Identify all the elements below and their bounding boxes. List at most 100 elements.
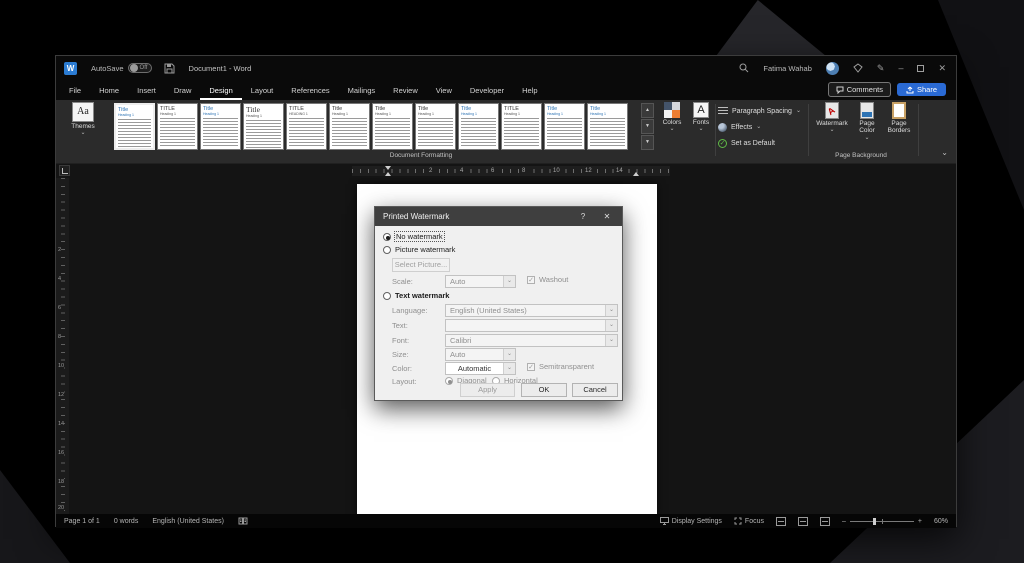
dialog-help-button[interactable]: ? xyxy=(572,212,594,221)
zoom-out-button[interactable]: – xyxy=(842,518,846,525)
share-label: Share xyxy=(917,85,937,94)
tab-mailings[interactable]: Mailings xyxy=(339,82,385,100)
tab-home[interactable]: Home xyxy=(90,82,128,100)
maximize-button[interactable] xyxy=(917,65,924,72)
tab-file[interactable]: File xyxy=(60,82,90,100)
radio-text-watermark[interactable]: Text watermark xyxy=(383,291,449,300)
set-as-default-label: Set as Default xyxy=(731,140,775,147)
user-name[interactable]: Fatima Wahab xyxy=(763,64,812,73)
cancel-button[interactable]: Cancel xyxy=(572,383,618,397)
ruler-number: 2 xyxy=(58,246,61,254)
tab-design[interactable]: Design xyxy=(200,82,241,100)
close-button[interactable]: ✕ xyxy=(938,63,946,74)
zoom-track[interactable] xyxy=(850,521,914,522)
style-set-thumbnail[interactable]: TITLE Heading 1 xyxy=(157,103,198,150)
zoom-in-button[interactable]: + xyxy=(918,518,922,525)
title-bar: W AutoSave Off Document1 - Word Fatima W… xyxy=(56,56,956,80)
zoom-level[interactable]: 60% xyxy=(934,518,948,525)
dialog-close-button[interactable]: ✕ xyxy=(594,212,620,221)
dialog-title-bar[interactable]: Printed Watermark ? ✕ xyxy=(375,207,622,226)
font-dropdown[interactable]: Calibri ⌄ xyxy=(445,334,618,347)
read-mode-button[interactable] xyxy=(776,517,786,526)
semitransparent-checkbox[interactable]: ✓ Semitransparent xyxy=(527,362,594,371)
ribbon-collapse-chevron[interactable]: ⌄ xyxy=(941,148,948,157)
web-layout-button[interactable] xyxy=(820,517,830,526)
focus-icon xyxy=(734,517,742,525)
thumb-heading: Heading 1 xyxy=(461,112,496,116)
gallery-more-button[interactable]: ▼ xyxy=(641,135,654,150)
style-set-thumbnail[interactable]: Title Heading 1 xyxy=(458,103,499,150)
style-set-thumbnail[interactable]: TITLE HEADING 1 xyxy=(286,103,327,150)
horizontal-ruler[interactable]: 2 4 6 8 10 12 14 xyxy=(352,166,670,176)
semitransparent-label: Semitransparent xyxy=(539,362,594,371)
tab-references[interactable]: References xyxy=(282,82,338,100)
tab-layout[interactable]: Layout xyxy=(242,82,283,100)
display-settings-button[interactable]: Display Settings xyxy=(660,517,722,525)
zoom-slider[interactable]: – + xyxy=(842,518,922,525)
text-dropdown[interactable]: ⌄ xyxy=(445,319,618,332)
colors-button[interactable]: Colors ⌄ xyxy=(658,102,686,152)
minimize-button[interactable]: – xyxy=(898,63,903,73)
avatar[interactable] xyxy=(826,62,839,75)
zoom-handle[interactable] xyxy=(873,518,876,525)
diamond-icon[interactable] xyxy=(853,63,863,73)
fonts-button[interactable]: A Fonts ⌄ xyxy=(688,102,714,152)
autosave-toggle[interactable]: Off xyxy=(128,63,152,73)
language-indicator[interactable]: English (United States) xyxy=(152,518,224,525)
style-set-thumbnail[interactable]: Title Heading 1 xyxy=(544,103,585,150)
indent-marker-left[interactable] xyxy=(385,166,391,176)
word-count[interactable]: 0 words xyxy=(114,518,139,525)
vertical-ruler[interactable]: 2 4 6 8 10 12 14 16 18 20 xyxy=(56,178,69,514)
save-icon[interactable] xyxy=(164,63,175,74)
style-set-thumbnail[interactable]: TITLE Heading 1 xyxy=(501,103,542,150)
tab-developer[interactable]: Developer xyxy=(461,82,513,100)
tab-review[interactable]: Review xyxy=(384,82,427,100)
group-label-page-background: Page Background xyxy=(801,152,921,159)
size-dropdown[interactable]: Auto ⌄ xyxy=(445,348,516,361)
tab-help[interactable]: Help xyxy=(513,82,546,100)
print-layout-button[interactable] xyxy=(798,517,808,526)
tab-stop-selector[interactable] xyxy=(59,165,70,176)
radio-picture-watermark[interactable]: Picture watermark xyxy=(383,245,455,254)
style-set-thumbnail[interactable]: Title Heading 1 xyxy=(200,103,241,150)
style-set-thumbnail[interactable]: Title Heading 1 xyxy=(329,103,370,150)
paragraph-spacing-button[interactable]: Paragraph Spacing ⌄ xyxy=(718,104,818,118)
tab-insert[interactable]: Insert xyxy=(128,82,165,100)
select-picture-button[interactable]: Select Picture... xyxy=(392,258,450,272)
set-as-default-button[interactable]: ✓ Set as Default xyxy=(718,136,818,150)
search-icon[interactable] xyxy=(739,63,749,73)
style-set-thumbnail[interactable]: Title Heading 1 xyxy=(587,103,628,150)
focus-button[interactable]: Focus xyxy=(734,517,764,525)
ruler-ticks xyxy=(61,178,65,514)
style-set-thumbnail[interactable]: Title Heading 1 xyxy=(114,103,155,150)
watermark-button[interactable]: A Watermark ⌄ xyxy=(814,102,850,152)
style-set-thumbnail[interactable]: Title Heading 1 xyxy=(372,103,413,150)
tab-view[interactable]: View xyxy=(427,82,461,100)
gallery-scroll-up-button[interactable]: ▲ xyxy=(641,103,654,118)
ok-button[interactable]: OK xyxy=(521,383,567,397)
gallery-scroll-down-button[interactable]: ▼ xyxy=(641,119,654,134)
page-borders-button[interactable]: Page Borders xyxy=(884,102,914,152)
ruler-number: 10 xyxy=(551,167,562,176)
radio-no-watermark[interactable]: No watermark xyxy=(383,232,444,241)
autosave-control[interactable]: AutoSave Off xyxy=(91,63,152,73)
display-settings-label: Display Settings xyxy=(672,518,722,525)
tab-draw[interactable]: Draw xyxy=(165,82,201,100)
page-color-button[interactable]: Page Color ⌄ xyxy=(852,102,882,152)
pencil-icon[interactable]: ✎ xyxy=(877,63,885,74)
share-button[interactable]: Share xyxy=(897,83,946,96)
indent-marker-right[interactable] xyxy=(633,172,639,176)
themes-button[interactable]: Aa Themes ⌄ xyxy=(64,102,102,152)
color-dropdown[interactable]: Automatic ⌄ xyxy=(445,362,516,375)
effects-button[interactable]: Effects ⌄ xyxy=(718,120,818,134)
language-dropdown[interactable]: English (United States) ⌄ xyxy=(445,304,618,317)
apply-button[interactable]: Apply xyxy=(460,383,515,397)
radio-dot xyxy=(383,246,391,254)
scale-dropdown[interactable]: Auto ⌄ xyxy=(445,275,516,288)
style-set-thumbnail[interactable]: Title Heading 1 xyxy=(243,103,284,150)
washout-checkbox[interactable]: ✓ Washout xyxy=(527,275,568,284)
style-set-thumbnail[interactable]: Title Heading 1 xyxy=(415,103,456,150)
comments-button[interactable]: Comments xyxy=(828,82,891,97)
proofing-icon[interactable] xyxy=(238,517,248,526)
page-info[interactable]: Page 1 of 1 xyxy=(64,518,100,525)
